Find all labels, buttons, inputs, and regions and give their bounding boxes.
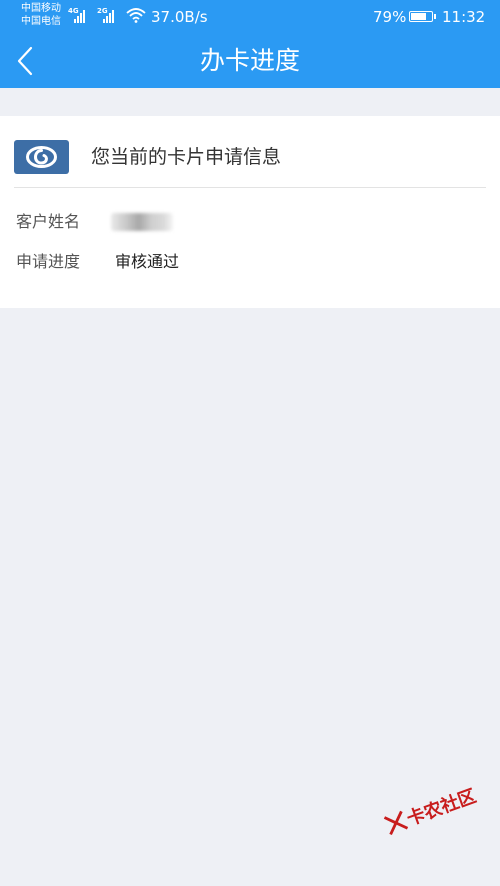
battery-fill	[411, 13, 426, 20]
divider	[14, 187, 486, 188]
carrier-labels: 中国移动 中国电信	[21, 2, 61, 28]
page-title: 办卡进度	[199, 46, 300, 75]
carrier-2: 中国电信	[21, 16, 61, 27]
watermark-text: 卡农社区	[404, 785, 480, 831]
card-title: 您当前的卡片申请信息	[91, 146, 282, 168]
carrier-1: 中国移动	[21, 3, 61, 14]
customer-name-value-blurred	[111, 213, 173, 231]
battery-percent: 79%	[373, 8, 407, 26]
application-progress-label: 申请进度	[16, 252, 81, 271]
clock: 11:32	[442, 8, 486, 26]
status-bar: 中国移动 中国电信 4G 2G 37.0B/s 79% 11:32	[0, 0, 500, 34]
wifi-icon	[126, 8, 146, 23]
signal-icon: 2G	[97, 7, 117, 23]
card-header: 您当前的卡片申请信息	[14, 140, 486, 174]
application-info-card: 您当前的卡片申请信息 客户姓名 申请进度 审核通过	[0, 116, 500, 308]
bank-logo-icon	[14, 140, 69, 174]
application-progress-value: 审核通过	[115, 252, 180, 271]
customer-name-label: 客户姓名	[16, 212, 81, 231]
watermark: 卡农社区	[378, 774, 494, 858]
signal-icon: 4G	[68, 7, 88, 23]
network-speed: 37.0B/s	[151, 8, 208, 26]
nav-bar: 办卡进度	[0, 34, 500, 88]
battery-icon	[409, 11, 436, 22]
